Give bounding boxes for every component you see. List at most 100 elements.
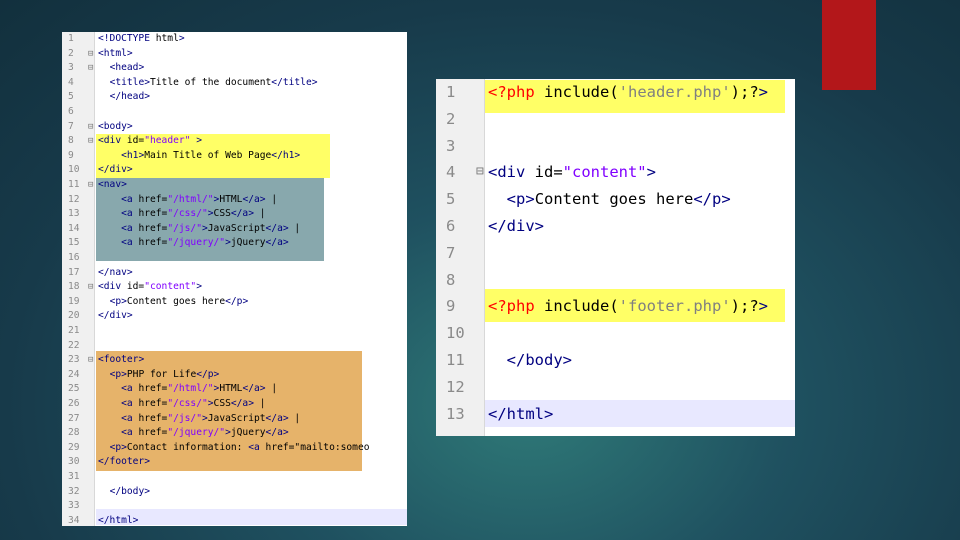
code-text: </head> [109,91,150,103]
code-line[interactable]: 1 <?php include('header.php');?> [436,79,795,106]
line-number: 16 [68,252,80,263]
code-text: <footer> [98,354,145,366]
code-line[interactable]: 21 [62,324,407,339]
code-line[interactable]: 17 </nav> [62,266,407,281]
code-line[interactable]: 26 <a href="/css/">CSS</a> | [62,397,407,412]
line-number: 6 [68,106,74,117]
code-line[interactable]: 14 <a href="/js/">JavaScript</a> | [62,222,407,237]
line-number: 14 [68,222,80,234]
line-number: 4 [68,76,74,88]
code-text: </div> [488,217,545,235]
line-number: 1 [68,33,74,44]
code-text: <a href="/js/">JavaScript</a> | [121,222,301,234]
code-line[interactable]: 5 <p>Content goes here</p> [436,186,795,213]
code-text: <head> [109,62,145,74]
code-line[interactable]: 6 [62,105,407,120]
code-line[interactable]: 6 </div> [436,213,795,240]
line-number: 28 [68,427,80,439]
code-line[interactable]: 2 [436,106,795,133]
line-number: 2 [68,47,74,59]
code-line[interactable]: 7 [436,240,795,267]
line-number: 7 [446,243,456,262]
code-line[interactable]: 1 <!DOCTYPE html> [62,32,407,47]
code-line[interactable]: 3 [436,133,795,160]
line-number: 13 [68,208,80,220]
code-line[interactable]: 7 ⊟ <body> [62,120,407,135]
code-line[interactable]: 12 <a href="/html/">HTML</a> | [62,193,407,208]
fold-toggle-icon[interactable]: ⊟ [88,47,93,62]
fold-toggle-icon[interactable]: ⊟ [88,61,93,76]
code-text: <div id="content"> [488,163,656,182]
code-line[interactable]: 19 <p>Content goes here</p> [62,295,407,310]
code-line[interactable]: 24 <p>PHP for Life</p> [62,368,407,383]
line-number: 10 [68,164,80,176]
line-number: 26 [68,398,80,409]
code-text: <p>Content goes here</p> [109,295,249,307]
code-line[interactable]: 28 <a href="/jquery/">jQuery</a> [62,426,407,441]
code-line[interactable]: 22 [62,339,407,354]
line-number: 25 [68,383,80,395]
code-line[interactable]: 29 <p>Contact information: <a href="mail… [62,441,407,456]
html-layout-editor[interactable]: 1 <!DOCTYPE html> 2 ⊟ <html> 3 ⊟ <head> 4 <titl… [62,32,407,526]
line-number: 10 [446,324,465,343]
code-line[interactable]: 5 </head> [62,90,407,105]
code-text: <a href="/css/">CSS</a> | [121,398,266,409]
line-number: 2 [446,109,456,128]
code-line[interactable]: 13 <a href="/css/">CSS</a> | [62,207,407,222]
line-number: 11 [68,179,80,190]
code-line[interactable]: 11 </body> [436,347,795,374]
code-line[interactable]: 9 <h1>Main Title of Web Page</h1> [62,149,407,164]
code-line[interactable]: 13 </html> [436,401,795,428]
code-line[interactable]: 34 </html> [62,514,407,526]
code-line[interactable]: 27 <a href="/js/">JavaScript</a> | [62,412,407,427]
code-text: <a href="/css/">CSS</a> | [121,208,266,220]
code-line[interactable]: 20 </div> [62,309,407,324]
line-number: 3 [68,62,74,74]
line-number: 5 [68,91,74,103]
code-line[interactable]: 33 [62,499,407,514]
code-line[interactable]: 10 [436,320,795,347]
fold-toggle-icon[interactable]: ⊟ [88,280,93,295]
code-text: </nav> [98,266,133,278]
code-line[interactable]: 8 [436,267,795,294]
code-line[interactable]: 12 [436,374,795,401]
code-line[interactable]: 31 [62,470,407,485]
code-line[interactable]: 25 <a href="/html/">HTML</a> | [62,382,407,397]
code-line[interactable]: 15 <a href="/jquery/">jQuery</a> [62,236,407,251]
code-text: </div> [98,310,133,322]
line-number: 23 [68,354,80,366]
line-number: 18 [68,281,80,293]
line-number: 31 [68,471,80,482]
line-number: 33 [68,500,80,512]
fold-toggle-icon[interactable]: ⊟ [88,178,93,193]
line-number: 3 [446,136,456,155]
code-line[interactable]: 2 ⊟ <html> [62,47,407,62]
line-number: 24 [68,368,80,380]
line-number: 12 [446,377,465,396]
code-text: <a href="/js/">JavaScript</a> | [121,412,301,424]
code-line[interactable]: 8 ⊟ <div id="header" > [62,134,407,149]
code-line[interactable]: 4 <title>Title of the document</title> [62,76,407,91]
fold-toggle-icon[interactable]: ⊟ [88,353,93,368]
line-number: 34 [68,514,80,526]
fold-toggle-icon[interactable]: ⊟ [88,134,93,149]
code-text: <a href="/jquery/">jQuery</a> [121,427,289,439]
code-text: <p>PHP for Life</p> [109,368,220,380]
php-include-editor[interactable]: 1 <?php include('header.php');?> 2 3 4 ⊟ <div … [436,79,795,436]
code-line[interactable]: 23 ⊟ <footer> [62,353,407,368]
line-number: 13 [446,404,465,423]
code-line[interactable]: 3 ⊟ <head> [62,61,407,76]
fold-toggle-icon[interactable]: ⊟ [476,159,484,186]
code-text: </body> [506,351,573,369]
code-line[interactable]: 32 </body> [62,485,407,500]
code-line[interactable]: 16 [62,251,407,266]
code-line[interactable]: 18 ⊟ <div id="content"> [62,280,407,295]
code-text: <a href="/html/">HTML</a> | [121,193,278,205]
code-line[interactable]: 9 <?php include('footer.php');?> [436,293,795,320]
code-line[interactable]: 4 ⊟ <div id="content"> [436,159,795,186]
code-line[interactable]: 10 </div> [62,163,407,178]
line-number: 17 [68,266,80,278]
fold-toggle-icon[interactable]: ⊟ [88,120,93,135]
code-line[interactable]: 30 </footer> [62,455,407,470]
code-line[interactable]: 11 ⊟ <nav> [62,178,407,193]
